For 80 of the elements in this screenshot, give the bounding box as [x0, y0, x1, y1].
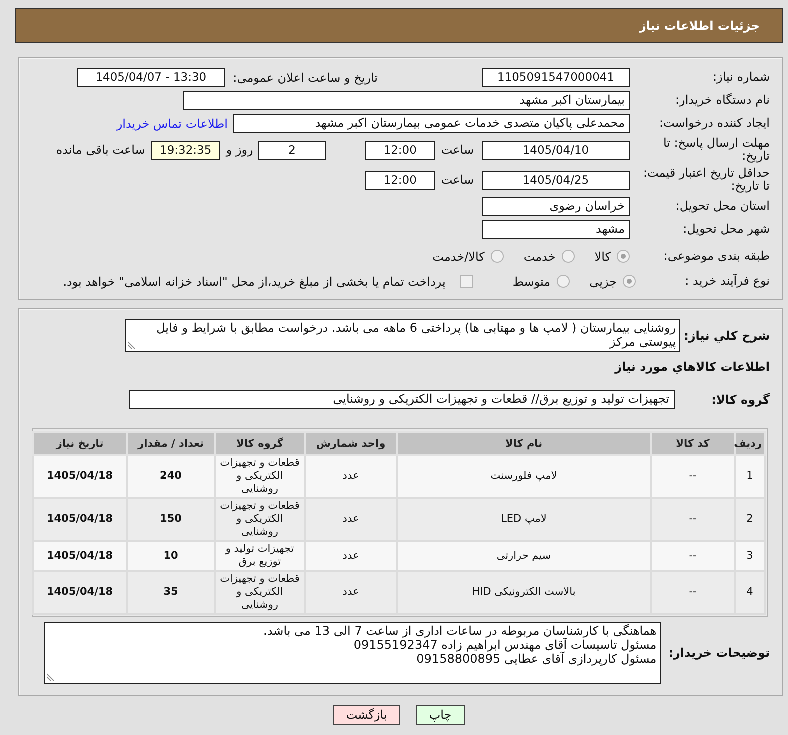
column-header: واحد شمارش [305, 432, 397, 455]
table-cell: 150 [127, 498, 215, 541]
field-label: ایجاد کننده درخواست: [659, 116, 770, 130]
table-cell: قطعات و تجهیزات الکتریکی و روشنایی [215, 455, 305, 498]
validity-time-field[interactable]: 12:00 [365, 170, 436, 190]
table-cell: 1405/04/18 [33, 541, 127, 571]
column-header: ردیف [735, 432, 765, 455]
table-cell: 10 [127, 541, 215, 571]
option-label: متوسط [512, 274, 551, 288]
resize-grip-icon[interactable] [46, 673, 55, 681]
table-cell: 35 [127, 571, 215, 614]
table-cell: 4 [735, 571, 765, 614]
table-cell: 1 [735, 455, 765, 498]
remaining-time-field[interactable]: 19:32:35 [151, 140, 220, 160]
column-header: نام کالا [397, 432, 651, 455]
need-number-field[interactable]: 1105091547000041 [482, 68, 630, 87]
column-header: تاریخ نیاز [33, 432, 127, 455]
option-label: کالا/خدمت [432, 250, 485, 264]
deadline-time-field[interactable]: 12:00 [365, 140, 436, 160]
validity-date-field[interactable]: 1405/04/25 [482, 170, 630, 190]
table-cell: 2 [735, 498, 765, 541]
table-cell: سیم حرارتی [397, 541, 651, 571]
print-button[interactable]: چاپ [416, 705, 465, 725]
requester-field[interactable]: محمدعلی پاکیان متصدی خدمات عمومی بیمارستان اکبر مشهد [233, 114, 630, 133]
back-button[interactable]: بازگشت [333, 705, 400, 725]
table-cell: -- [651, 455, 735, 498]
field-label: مهلت ارسال پاسخ: تا تاریخ: [663, 136, 770, 163]
table-cell: عدد [305, 455, 397, 498]
field-label: توضیحات خریدار: [668, 646, 770, 660]
city-field[interactable]: مشهد [482, 220, 630, 239]
field-label: نوع فرآیند خرید : [685, 274, 770, 288]
section-heading: اطلاعات کالاهاي مورد نیاز [615, 360, 770, 374]
field-label: نام دستگاه خریدار: [676, 93, 770, 107]
province-field[interactable]: خراسان رضوی [482, 197, 630, 216]
announcement-date-field[interactable]: 1405/04/07 - 13:30 [77, 68, 226, 87]
column-header: کد کالا [651, 432, 735, 455]
table-cell: قطعات و تجهیزات الکتریکی و روشنایی [215, 571, 305, 614]
option-label: کالا [594, 250, 611, 264]
time-label: ساعت [441, 143, 474, 157]
deadline-date-field[interactable]: 1405/04/10 [482, 140, 630, 160]
field-label: شرح کلي نیاز: [684, 328, 770, 342]
field-label: حداقل تاریخ اعتبار قیمت: تا تاریخ: [643, 166, 770, 193]
buyer-organization-field[interactable]: بیمارستان اکبر مشهد [183, 91, 630, 110]
table-cell: عدد [305, 571, 397, 614]
field-label: شماره نیاز: [713, 70, 770, 84]
table-cell: لامپ LED [397, 498, 651, 541]
column-header: تعداد / مقدار [127, 432, 215, 455]
resize-grip-icon[interactable] [128, 341, 136, 349]
table-cell: -- [651, 571, 735, 614]
checkbox-label: پرداخت تمام یا بخشی از مبلغ خرید،از محل "اسناد خزانه اسلامی" خواهد بود. [63, 274, 446, 288]
table-cell: تجهیزات تولید و توزیع برق [215, 541, 305, 571]
table-cell: -- [651, 541, 735, 571]
table-cell: 1405/04/18 [33, 455, 127, 498]
table-cell: عدد [305, 498, 397, 541]
field-label: تاریخ و ساعت اعلان عمومی: [233, 70, 378, 84]
page-title: جزئیات اطلاعات نیاز [639, 18, 760, 32]
field-label: شهر محل تحویل: [683, 222, 770, 236]
time-label: ساعت [441, 173, 474, 187]
option-label: خدمت [524, 250, 556, 264]
contact-info-link[interactable]: اطلاعات تماس خریدار [116, 116, 228, 130]
table-cell: بالاست الکترونیکی HID [397, 571, 651, 614]
goods-group-field[interactable]: تجهیزات تولید و توزیع برق// قطعات و تجهیزات الکتریکی و روشنایی [128, 390, 675, 409]
field-label: استان محل تحویل: [676, 199, 770, 213]
days-label: روز و [226, 143, 254, 157]
table-cell: قطعات و تجهیزات الکتریکی و روشنایی [215, 498, 305, 541]
table-cell: عدد [305, 541, 397, 571]
table-cell: 3 [735, 541, 765, 571]
table-cell: 240 [127, 455, 215, 498]
table-cell: 1405/04/18 [33, 571, 127, 614]
days-remaining-field[interactable]: 2 [258, 140, 326, 160]
notes-field[interactable]: هماهنگی با کارشناسان مربوطه در ساعات اداری از ساعت 7 الی 13 می باشد. مسئول تاسیسات آقای مهندس ابراهیم زاده 09155192347 مسئول کارپردازی آقای عطایی 09158800895 [44, 622, 661, 684]
field-label: گروه کالا: [712, 392, 770, 406]
table-cell: لامپ فلورسنت [397, 455, 651, 498]
field-label: طبقه بندی موضوعی: [664, 249, 770, 263]
table-cell: 1405/04/18 [33, 498, 127, 541]
column-header: گروه کالا [215, 432, 305, 455]
option-label: جزیی [590, 274, 617, 288]
description-field[interactable]: روشنایی بیمارستان ( لامپ ها و مهتابی ها) پرداختی 6 ماهه می باشد. درخواست مطابق با شرایط و فایل پیوستی مرکز [125, 319, 680, 352]
table-cell: -- [651, 498, 735, 541]
remaining-label: ساعت باقی مانده [56, 143, 146, 157]
